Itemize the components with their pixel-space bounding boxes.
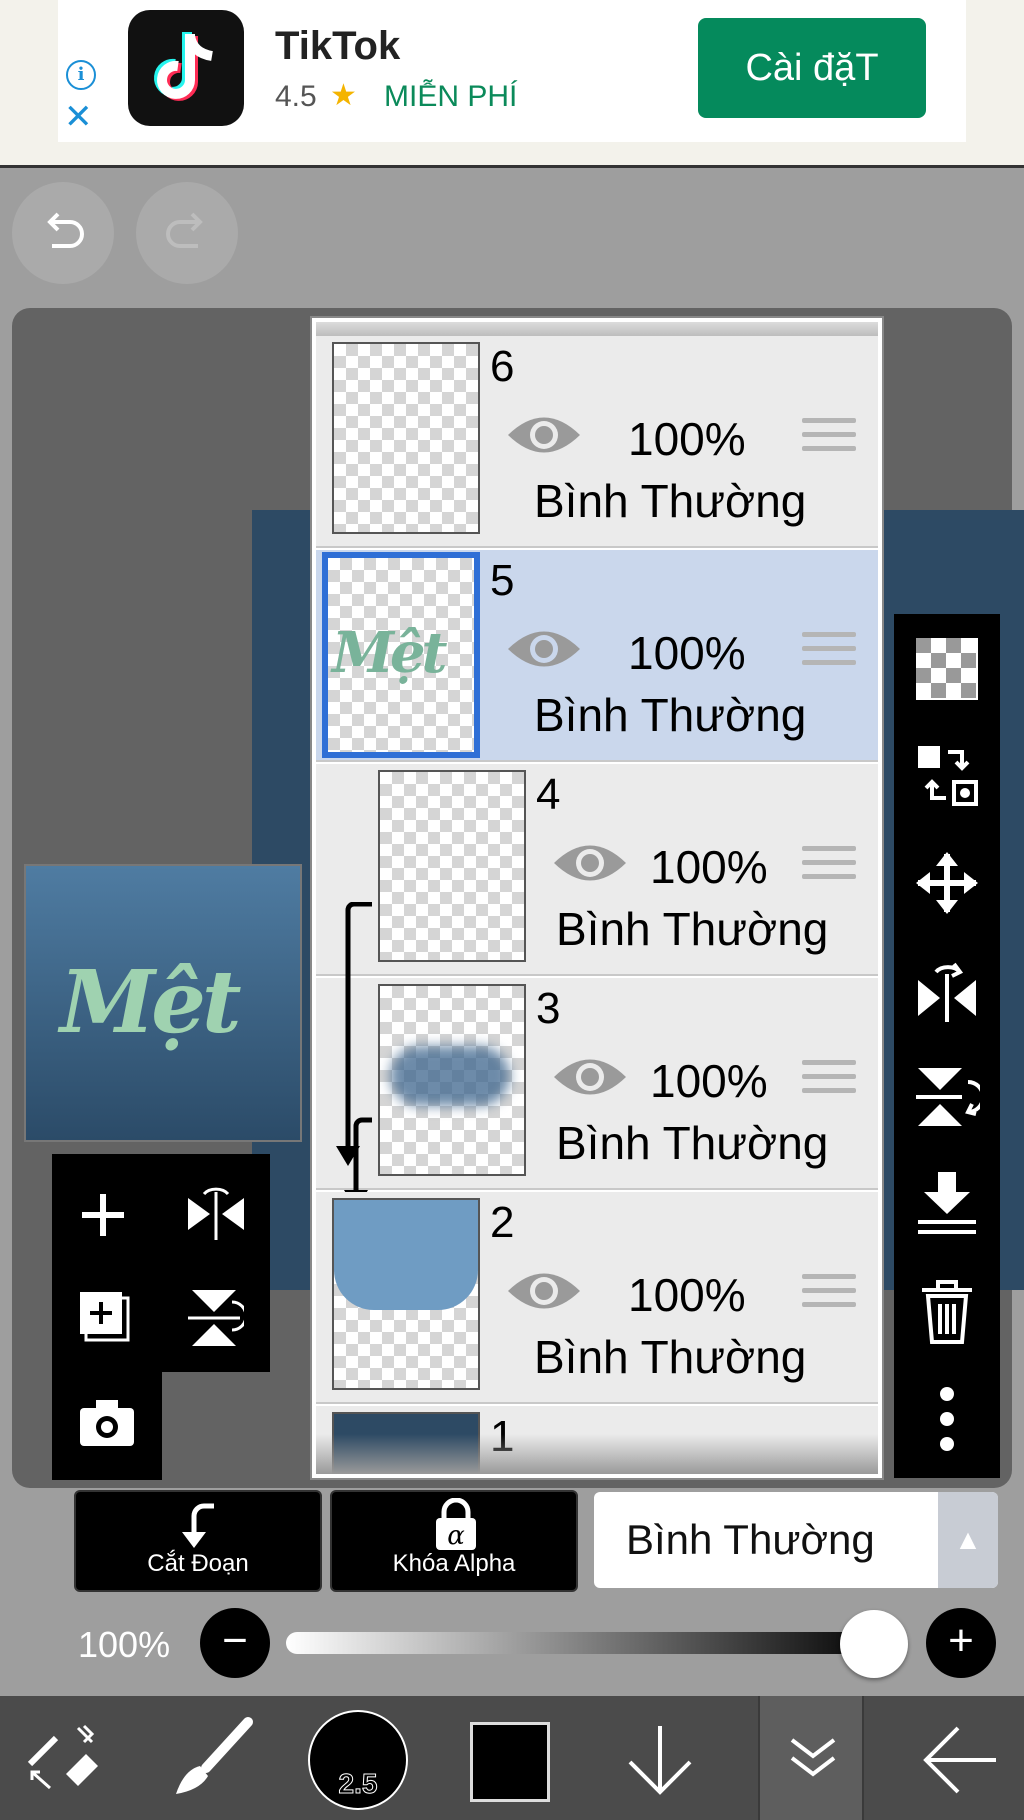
brush-icon[interactable] <box>170 1716 254 1800</box>
layer-number: 5 <box>490 556 515 605</box>
blend-mode-value: Bình Thường <box>626 1516 875 1563</box>
layer-blend-mode: Bình Thường <box>534 1331 807 1383</box>
camera-icon[interactable] <box>78 1398 136 1448</box>
ad-install-button[interactable]: Cài đặT <box>698 18 926 118</box>
color-swatch[interactable] <box>470 1722 550 1802</box>
star-icon: ★ <box>330 79 357 112</box>
ad-app-name: TikTok <box>275 24 401 68</box>
artwork-preview-text: Mệt <box>60 952 242 1053</box>
layer-thumbnail <box>378 984 526 1176</box>
redo-button[interactable] <box>136 182 238 284</box>
flip-icon[interactable] <box>184 1184 248 1244</box>
layer-row[interactable]: 3 100% Bình Thường <box>316 978 878 1190</box>
layer-thumbnail: Mệt <box>322 552 480 758</box>
redo-icon <box>166 212 203 248</box>
chevron-up-icon[interactable]: ▲ <box>938 1492 998 1588</box>
flip-vertical-icon[interactable] <box>914 1064 980 1130</box>
opacity-increase-button[interactable]: + <box>926 1608 996 1678</box>
undo-button[interactable] <box>12 182 114 284</box>
eye-icon[interactable] <box>506 1266 582 1316</box>
clipping-icon <box>182 1503 214 1548</box>
opacity-decrease-button[interactable]: − <box>200 1608 270 1678</box>
layer-blend-mode: Bình Thường <box>534 689 807 741</box>
layer-thumbnail <box>332 1198 480 1390</box>
layer-number: 4 <box>536 770 561 819</box>
tool-switch-icon[interactable] <box>22 1718 102 1798</box>
opacity-slider[interactable] <box>286 1632 886 1654</box>
bottom-toolbar: 2.5 <box>0 1696 1024 1820</box>
ad-info-icon[interactable]: i <box>66 60 96 90</box>
trash-icon[interactable] <box>914 1278 980 1344</box>
add-copy-icon[interactable] <box>76 1288 134 1346</box>
clipping-arrow-icon <box>336 902 372 1210</box>
merge-down-icon[interactable] <box>914 1170 980 1236</box>
layer-row[interactable]: 4 100% Bình Thường <box>316 764 878 976</box>
eye-icon[interactable] <box>552 838 628 888</box>
arrow-down-icon[interactable] <box>622 1722 698 1798</box>
opacity-slider-knob[interactable] <box>840 1610 908 1678</box>
drag-handle-icon[interactable] <box>802 1274 856 1318</box>
more-vertical-icon[interactable] <box>914 1386 980 1452</box>
opacity-value: 100% <box>78 1624 171 1665</box>
alpha-lock-button[interactable]: α Khóa Alpha <box>330 1490 578 1592</box>
layer-number: 6 <box>490 342 515 391</box>
eye-icon[interactable] <box>506 624 582 674</box>
drag-handle-icon[interactable] <box>802 418 856 462</box>
svg-text:α: α <box>447 1521 465 1551</box>
eye-icon[interactable] <box>506 410 582 460</box>
drag-handle-icon[interactable] <box>802 1060 856 1104</box>
layer-thumbnail <box>378 770 526 962</box>
left-camera-toolbox <box>52 1372 162 1480</box>
layer-thumbnail <box>332 342 480 534</box>
blend-mode-select[interactable]: Bình Thường ▲ <box>594 1492 998 1588</box>
undo-icon <box>47 212 84 248</box>
layer-opacity: 100% <box>628 413 746 465</box>
transparency-icon[interactable] <box>914 636 980 702</box>
layer-opacity: 100% <box>650 1055 768 1107</box>
clipping-label: Cắt Đoạn <box>147 1550 249 1577</box>
layer-panel[interactable]: 6 100% Bình Thường Mệt 5 100% Bình Thườn… <box>312 318 882 1478</box>
layer-opacity: 100% <box>628 627 746 679</box>
ad-banner[interactable]: i ✕ TikTok 4.5 ★ MIỄN PHÍ Cài đặT <box>0 0 1024 168</box>
layer-opacity: 100% <box>628 1269 746 1321</box>
layer-number: 2 <box>490 1198 515 1247</box>
lock-icon: α <box>436 1498 476 1551</box>
flip-horizontal-icon[interactable] <box>914 958 980 1024</box>
brush-size-value: 2.5 <box>338 1768 378 1800</box>
layer-row[interactable]: 2 100% Bình Thường <box>316 1192 878 1404</box>
alpha-lock-label: Khóa Alpha <box>392 1550 516 1577</box>
double-chevron-down-icon <box>790 1738 836 1777</box>
right-layer-toolbar <box>894 614 1000 1478</box>
add-layer-icon[interactable] <box>76 1188 130 1242</box>
tiktok-logo-icon[interactable] <box>128 10 244 126</box>
layer-opacity: 100% <box>650 841 768 893</box>
drag-handle-icon[interactable] <box>802 632 856 676</box>
layer-blend-mode: Bình Thường <box>556 903 829 955</box>
ad-rating: 4.5 <box>275 80 317 113</box>
layer-number: 3 <box>536 984 561 1033</box>
layer-panel-fade <box>316 1434 878 1474</box>
clipping-button[interactable]: Cắt Đoạn <box>74 1490 322 1592</box>
layer-blend-mode: Bình Thường <box>534 475 807 527</box>
move-icon[interactable] <box>914 850 980 916</box>
transfer-icon[interactable] <box>914 742 980 808</box>
layer-row[interactable]: 6 100% Bình Thường <box>316 336 878 548</box>
layer-row-selected[interactable]: Mệt 5 100% Bình Thường <box>316 550 878 762</box>
left-layer-toolbox <box>52 1154 270 1372</box>
layers-button[interactable] <box>758 1696 864 1820</box>
layer-blend-mode: Bình Thường <box>556 1117 829 1169</box>
brush-size-button[interactable]: 2.5 <box>308 1710 408 1810</box>
artwork-preview: Mệt <box>24 864 302 1142</box>
back-arrow-icon[interactable] <box>920 1724 1000 1796</box>
layer-thumbnail-text: Mệt <box>332 620 448 686</box>
eye-icon[interactable] <box>552 1052 628 1102</box>
ad-close-icon[interactable]: ✕ <box>64 100 93 134</box>
drag-handle-icon[interactable] <box>802 846 856 890</box>
rotate-icon[interactable] <box>184 1286 244 1350</box>
layer-panel-top <box>316 322 878 336</box>
ad-price: MIỄN PHÍ <box>384 80 518 113</box>
